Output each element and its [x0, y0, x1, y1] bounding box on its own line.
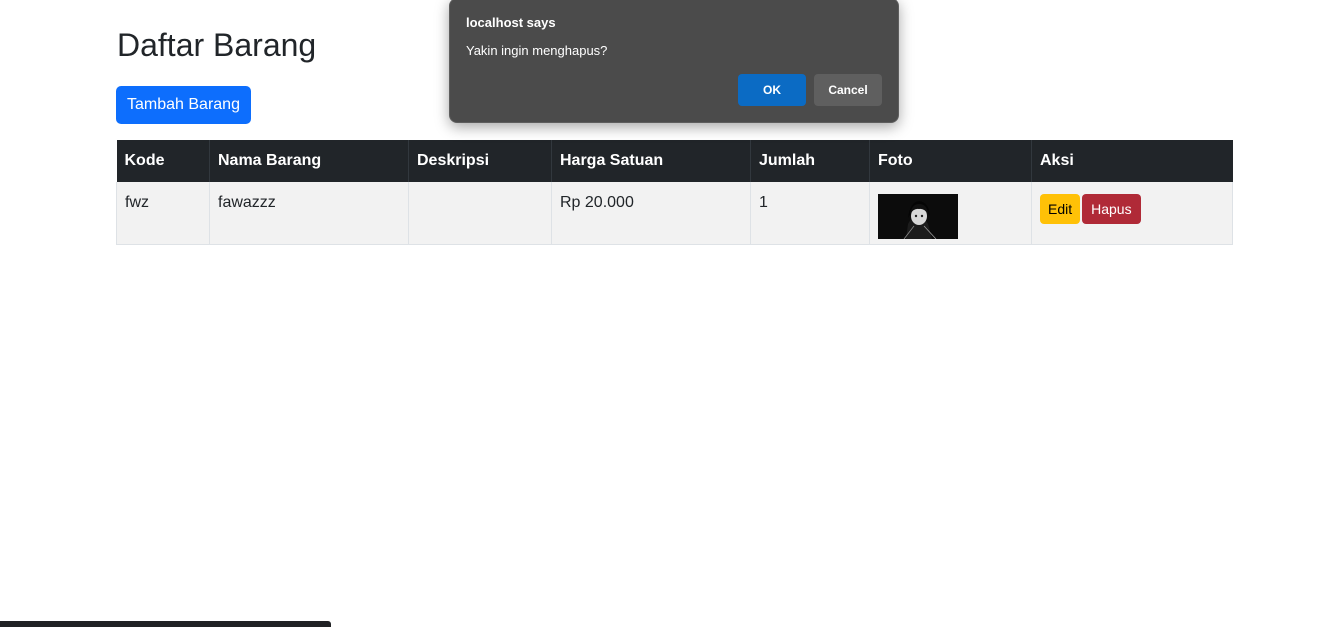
- column-header-harga-satuan: Harga Satuan: [551, 140, 751, 182]
- cell-jumlah: 1: [750, 182, 870, 245]
- product-photo-thumbnail: [878, 194, 958, 239]
- table-row: fwz fawazzz Rp 20.000 1 Edit Hapus: [116, 182, 1233, 245]
- cell-deskripsi: [408, 182, 552, 245]
- dialog-title: localhost says: [466, 15, 556, 30]
- page: Daftar Barang Tambah Barang Kode Nama Ba…: [0, 0, 1335, 627]
- dialog-cancel-button[interactable]: Cancel: [814, 74, 882, 106]
- cell-aksi: Edit Hapus: [1031, 182, 1233, 245]
- cell-nama-barang: fawazzz: [209, 182, 409, 245]
- add-item-button[interactable]: Tambah Barang: [116, 86, 251, 124]
- column-header-aksi: Aksi: [1031, 140, 1233, 182]
- column-header-jumlah: Jumlah: [750, 140, 870, 182]
- column-header-kode: Kode: [116, 140, 210, 182]
- column-header-nama-barang: Nama Barang: [209, 140, 409, 182]
- dialog-message: Yakin ingin menghapus?: [466, 43, 608, 58]
- column-header-foto: Foto: [869, 140, 1032, 182]
- dialog-ok-button[interactable]: OK: [738, 74, 806, 106]
- cell-harga-satuan: Rp 20.000: [551, 182, 751, 245]
- delete-button[interactable]: Hapus: [1082, 194, 1141, 224]
- edit-button[interactable]: Edit: [1040, 194, 1081, 224]
- bottom-status-bar: [0, 621, 331, 627]
- cell-foto: [869, 182, 1032, 245]
- column-header-deskripsi: Deskripsi: [408, 140, 552, 182]
- page-title: Daftar Barang: [117, 27, 317, 63]
- table-header-row: Kode Nama Barang Deskripsi Harga Satuan …: [116, 140, 1233, 182]
- cell-kode: fwz: [116, 182, 210, 245]
- items-table: Kode Nama Barang Deskripsi Harga Satuan …: [116, 140, 1233, 245]
- confirm-dialog: localhost says Yakin ingin menghapus? OK…: [449, 0, 899, 123]
